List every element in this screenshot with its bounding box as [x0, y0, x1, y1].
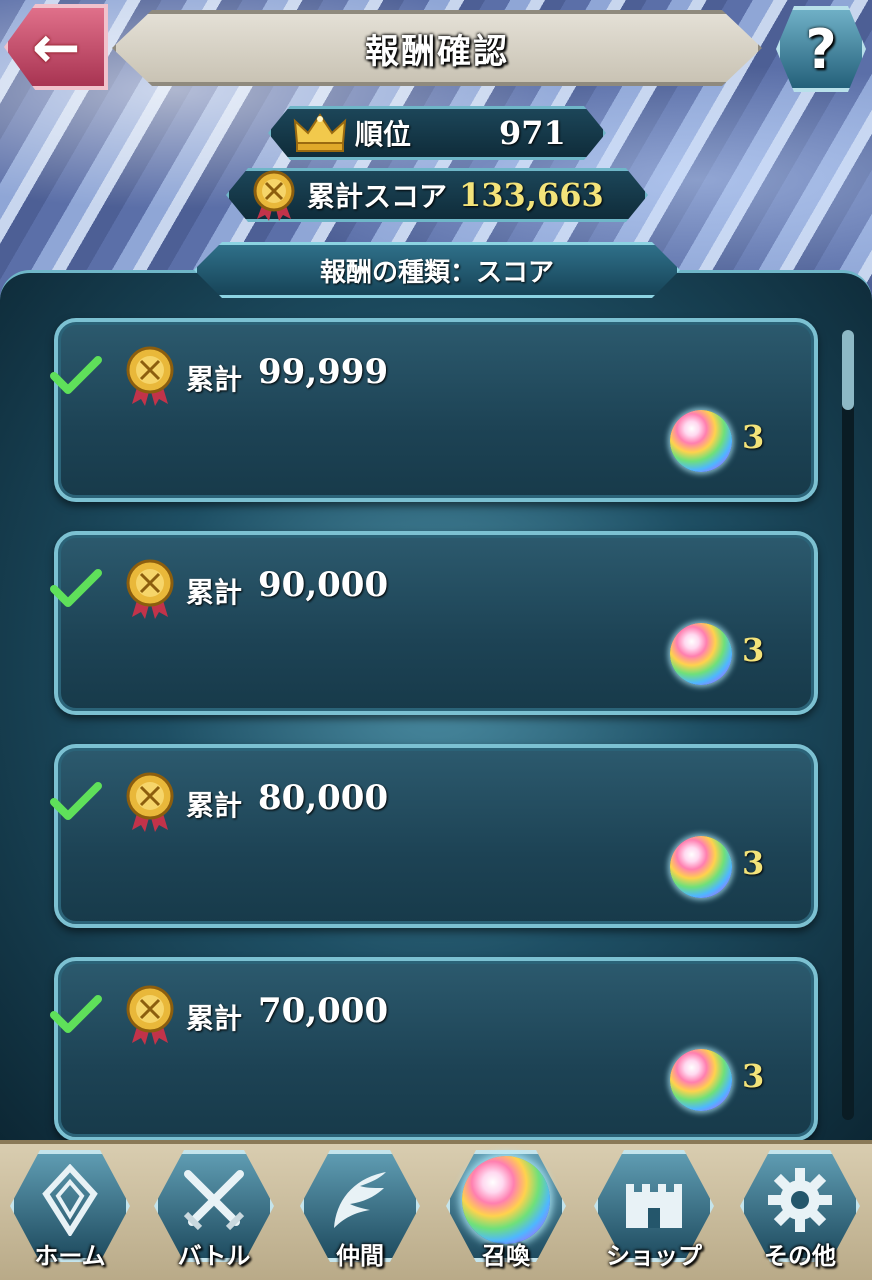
nav-other-label: その他 [764, 1242, 836, 1270]
nav-summon[interactable]: 召喚 [436, 1150, 576, 1280]
nav-home[interactable]: ホーム [0, 1150, 140, 1280]
crown-icon [293, 113, 347, 153]
nav-other[interactable]: その他 [730, 1150, 870, 1280]
bottom-nav: ホーム バトル 仲間 召喚 ショップ その他 [0, 1140, 872, 1280]
reward-type-label: 報酬の種類：スコア [319, 257, 554, 288]
castle-icon [626, 1184, 682, 1228]
home-crest-icon [42, 1164, 98, 1236]
orb-icon [670, 836, 732, 898]
question-icon: ? [805, 17, 837, 81]
orb-icon [462, 1156, 550, 1244]
total-score-value: 133,663 [459, 176, 604, 214]
nav-shop-label: ショップ [606, 1242, 702, 1270]
orb-icon [670, 623, 732, 685]
reward-card[interactable]: 累計 90,000 3 [50, 531, 818, 715]
reward-type-bar: 報酬の種類：スコア [194, 242, 680, 298]
reward-label: 累計 [186, 363, 243, 396]
reward-label: 累計 [186, 1002, 243, 1035]
wing-icon [334, 1172, 386, 1228]
gear-icon [768, 1168, 832, 1232]
orb-count: 3 [742, 1057, 765, 1095]
nav-allies-label: 仲間 [336, 1242, 384, 1270]
check-icon [50, 569, 102, 607]
reward-card[interactable]: 累計 99,999 3 [50, 318, 818, 502]
total-score-display: 累計スコア 133,663 [226, 168, 648, 222]
nav-allies[interactable]: 仲間 [290, 1150, 430, 1280]
page-title: 報酬確認 [365, 31, 509, 72]
rank-label: 順位 [355, 118, 412, 151]
reward-score: 80,000 [258, 778, 389, 818]
rank-display: 順位 971 [268, 106, 606, 160]
orb-icon [670, 410, 732, 472]
reward-label: 累計 [186, 576, 243, 609]
check-icon [50, 782, 102, 820]
medal-icon [251, 169, 297, 221]
reward-score: 90,000 [258, 565, 389, 605]
orb-count: 3 [742, 844, 765, 882]
nav-battle-label: バトル [177, 1242, 251, 1270]
scrollbar-track[interactable] [842, 330, 854, 1120]
rank-value: 971 [499, 114, 566, 152]
nav-home-label: ホーム [34, 1242, 106, 1270]
reward-score: 70,000 [258, 991, 389, 1031]
reward-score: 99,999 [258, 352, 389, 392]
check-icon [50, 356, 102, 394]
medal-icon [126, 985, 174, 1045]
orb-icon [670, 1049, 732, 1111]
medal-icon [126, 772, 174, 832]
orb-count: 3 [742, 418, 765, 456]
nav-battle[interactable]: バトル [144, 1150, 284, 1280]
medal-icon [126, 346, 174, 406]
scrollbar-thumb[interactable] [842, 330, 854, 410]
medal-icon [126, 559, 174, 619]
nav-shop[interactable]: ショップ [584, 1150, 724, 1280]
reward-label: 累計 [186, 789, 243, 822]
crossed-swords-icon [183, 1170, 245, 1231]
reward-card[interactable]: 累計 80,000 3 [50, 744, 818, 928]
back-arrow-icon: ← [31, 13, 81, 81]
check-icon [50, 995, 102, 1033]
reward-card[interactable]: 累計 70,000 3 [50, 957, 818, 1141]
orb-count: 3 [742, 631, 765, 669]
nav-summon-label: 召喚 [482, 1242, 530, 1270]
total-score-label: 累計スコア [307, 180, 448, 213]
help-button[interactable]: ? [776, 6, 866, 92]
title-banner: 報酬確認 [112, 10, 762, 86]
